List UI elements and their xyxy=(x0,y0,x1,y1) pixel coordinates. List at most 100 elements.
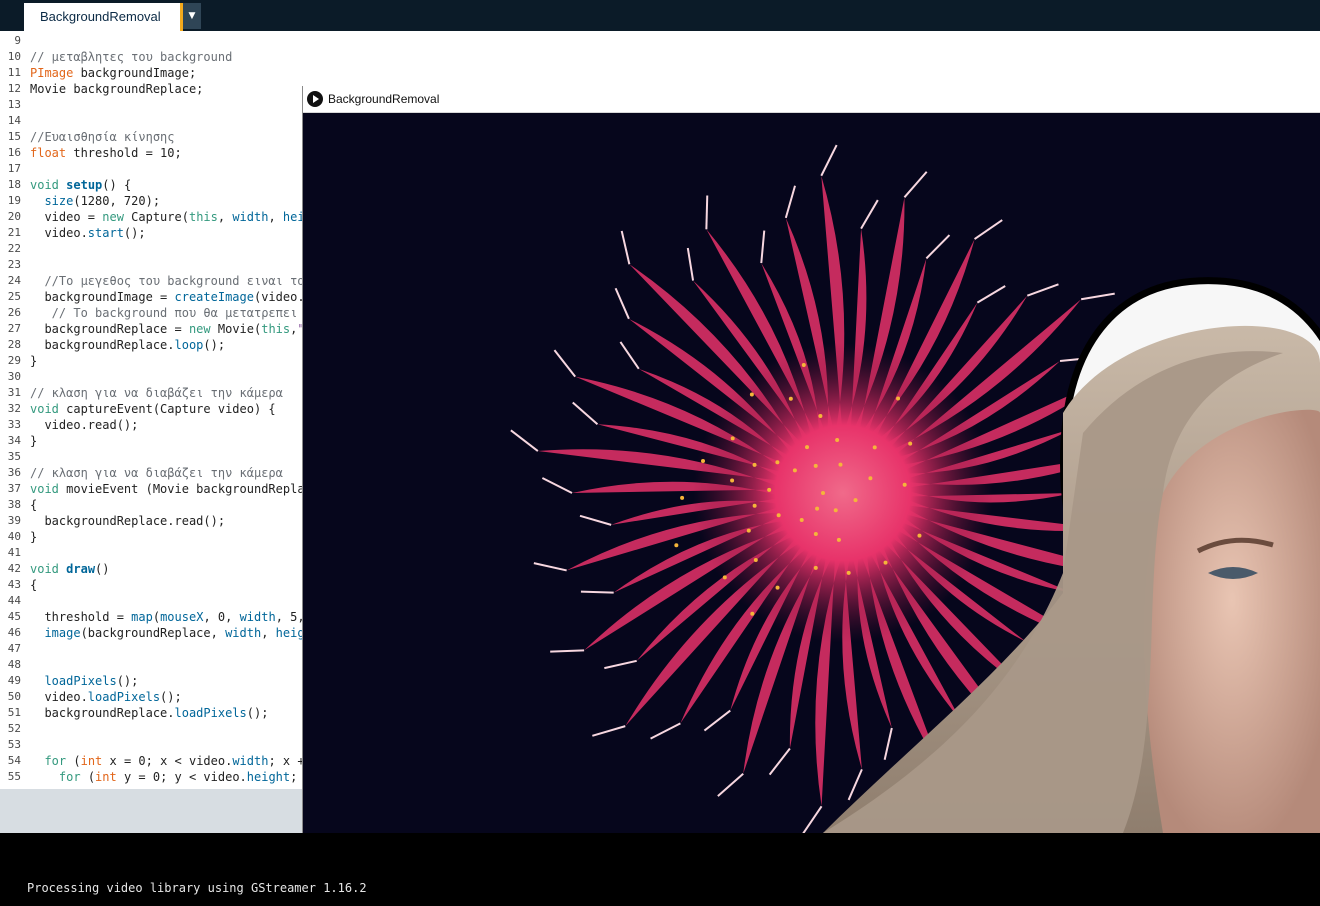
line-number: 31 xyxy=(7,386,21,399)
code-token: int xyxy=(95,770,117,784)
code-text: //Το μεγεθος του background ειναι το xyxy=(30,273,305,289)
firework-spark xyxy=(908,441,913,446)
firework-core xyxy=(693,343,993,643)
line-number: 46 xyxy=(7,626,21,639)
code-token: , 5, xyxy=(275,610,305,624)
code-token: float xyxy=(30,146,67,160)
code-text: threshold = map(mouseX, 0, width, 5, xyxy=(30,609,305,625)
line-number: 29 xyxy=(7,354,21,367)
code-text: backgroundReplace = new Movie(this,"p xyxy=(30,321,311,337)
line-number: 20 xyxy=(7,210,21,223)
firework-spark xyxy=(902,482,907,487)
line-number: 37 xyxy=(7,482,21,495)
code-text: image(backgroundReplace, width, heigh xyxy=(30,625,311,641)
firework-spark xyxy=(813,565,818,570)
code-text: // μεταβλητες του background xyxy=(30,49,232,65)
code-token: Movie( xyxy=(210,322,262,336)
line-number: 28 xyxy=(7,338,21,351)
firework-spark xyxy=(872,445,877,450)
code-token: loadPixels xyxy=(87,690,161,704)
code-text: //Ευαισθησία κίνησης xyxy=(30,129,175,145)
sketch-window[interactable]: BackgroundRemoval xyxy=(302,86,1320,833)
firework-spark xyxy=(821,491,825,495)
firework-spark-trail xyxy=(705,195,709,230)
line-number: 19 xyxy=(7,194,21,207)
code-token: PImage xyxy=(30,66,74,80)
firework-spark xyxy=(700,458,705,463)
firework-spark xyxy=(836,537,841,542)
firework-spark xyxy=(730,436,735,441)
line-number: 17 xyxy=(7,162,21,175)
code-token: threshold = xyxy=(30,610,132,624)
code-token: size xyxy=(44,194,74,208)
firework-spark xyxy=(813,463,818,468)
code-token: map xyxy=(131,610,153,624)
firework-spark xyxy=(775,460,780,465)
line-number: 11 xyxy=(7,66,21,79)
code-token: width xyxy=(232,210,269,224)
code-token: y = 0; y < video. xyxy=(116,770,247,784)
code-token: void xyxy=(30,178,59,192)
line-number: 54 xyxy=(7,754,21,767)
firework-spark xyxy=(853,498,858,503)
line-number: 25 xyxy=(7,290,21,303)
line-number: 33 xyxy=(7,418,21,431)
console-message: Processing video library using GStreamer… xyxy=(27,881,367,895)
firework-spark xyxy=(730,478,735,483)
code-text: void draw() xyxy=(30,561,110,577)
line-number: 35 xyxy=(7,450,21,463)
code-token: setup xyxy=(66,178,103,192)
code-token: width xyxy=(225,626,262,640)
code-token: start xyxy=(87,226,124,240)
sketch-titlebar[interactable]: BackgroundRemoval xyxy=(303,86,1320,113)
code-text: void movieEvent (Movie backgroundReplac xyxy=(30,481,312,497)
line-number: 39 xyxy=(7,514,21,527)
code-text: void setup() { xyxy=(30,177,131,193)
code-token: movieEvent (Movie backgroundReplac xyxy=(58,482,312,496)
firework-spark xyxy=(674,543,679,548)
code-token: threshold = 10; xyxy=(66,146,182,160)
code-token: for xyxy=(44,754,67,768)
code-token: image xyxy=(44,626,81,640)
code-token: , 0, xyxy=(203,610,240,624)
code-text: for (int x = 0; x < video.width; x ++ xyxy=(30,753,311,769)
code-token: new xyxy=(102,210,124,224)
code-token: , xyxy=(217,210,233,224)
code-token: (); xyxy=(246,706,269,720)
firework-spark xyxy=(752,503,757,508)
tab-menu-dropdown-icon[interactable]: ▼ xyxy=(183,3,201,29)
line-number: 50 xyxy=(7,690,21,703)
code-token: width xyxy=(239,610,276,624)
code-text: // Το background που θα μετατρεπει xyxy=(30,305,298,321)
firework-spark xyxy=(749,392,754,397)
tab-backgroundremoval[interactable]: BackgroundRemoval xyxy=(24,3,180,31)
line-number: 26 xyxy=(7,306,21,319)
code-text: backgroundReplace.read(); xyxy=(30,513,225,529)
code-text: size(1280, 720); xyxy=(30,193,160,209)
code-token: Movie backgroundReplace; xyxy=(30,82,204,96)
code-text: // κλαση για να διαβάζει την κάμερα xyxy=(30,385,283,401)
line-number: 53 xyxy=(7,738,21,751)
code-token: video. xyxy=(30,690,88,704)
code-token: , xyxy=(261,626,276,640)
code-token: video. xyxy=(30,226,88,240)
code-token: //Το μεγεθος του background ειναι το xyxy=(30,274,305,288)
code-token: { xyxy=(30,578,38,592)
code-token: backgroundReplace = xyxy=(30,322,189,336)
firework-spark xyxy=(750,611,755,616)
line-number: 55 xyxy=(7,770,21,783)
firework-spark xyxy=(846,570,851,575)
sketch-canvas[interactable]: 0 xyxy=(303,113,1320,833)
code-token: } xyxy=(30,434,38,448)
firework-spark xyxy=(835,438,840,443)
line-number: 14 xyxy=(7,114,21,127)
sketch-window-title: BackgroundRemoval xyxy=(328,92,440,106)
code-token: , xyxy=(268,210,283,224)
code-text: } xyxy=(30,529,37,545)
line-number: 27 xyxy=(7,322,21,335)
code-token: Capture( xyxy=(123,210,189,224)
code-token: (); xyxy=(123,226,146,240)
